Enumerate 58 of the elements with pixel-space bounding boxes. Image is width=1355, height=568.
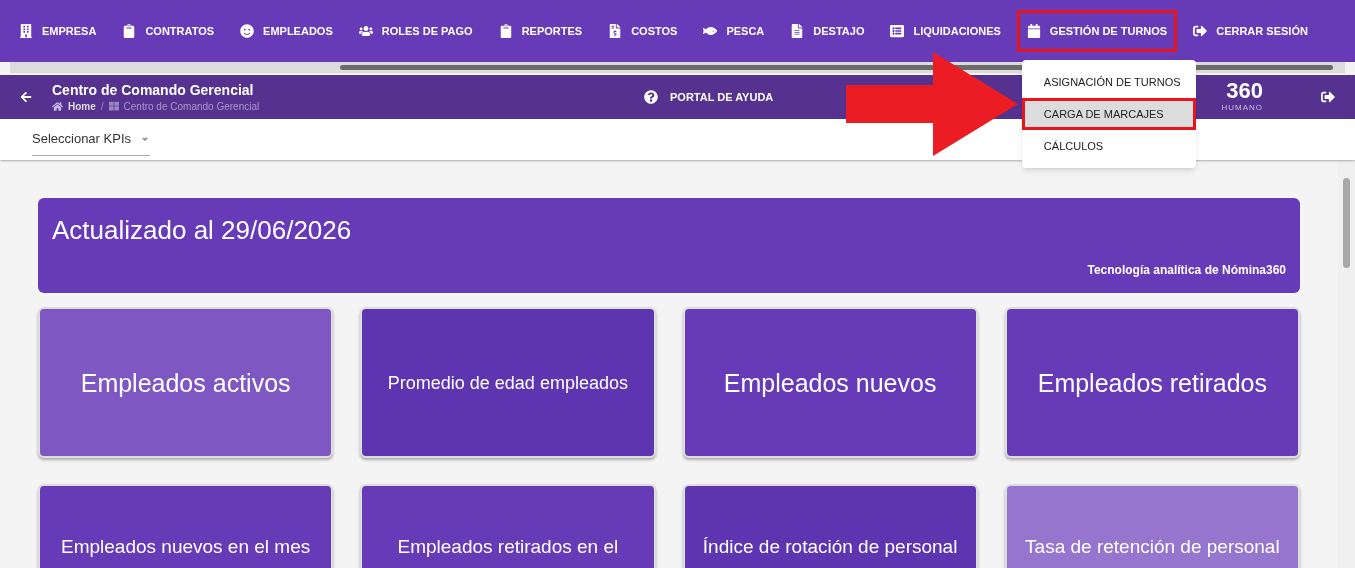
help-portal-link[interactable]: PORTAL DE AYUDA (644, 88, 774, 106)
banner-title: Actualizado al 29/06/2026 (52, 214, 353, 246)
nav-item[interactable]: GESTIÓN DE TURNOS (1019, 13, 1175, 49)
logo-number: 360 (1226, 80, 1263, 102)
clipboard-icon (498, 24, 513, 38)
clipboard-icon (122, 24, 137, 38)
banner-caption: Tecnología analítica de Nómina360 (1087, 262, 1286, 279)
horizontal-scrollbar[interactable] (10, 62, 1345, 73)
home-icon (52, 100, 63, 112)
help-icon (644, 90, 658, 104)
logo-caption: HUMANO (1221, 102, 1263, 114)
face-icon (240, 24, 255, 38)
card-title: Índice de rotación de personal (702, 535, 958, 559)
card-title: Empleados retirados (1037, 369, 1267, 396)
nav-item[interactable]: ROLES DE PAGO (351, 13, 480, 49)
nav-item[interactable]: EMPLEADOS (233, 13, 340, 49)
kpi-card[interactable]: Empleados activos (38, 307, 334, 458)
breadcrumb-separator: / (100, 99, 104, 114)
card-title: Empleados nuevos en el mes (61, 535, 311, 559)
kpi-card[interactable]: Empleados retirados en el (360, 484, 656, 568)
document-icon (608, 24, 623, 38)
vertical-scrollbar[interactable] (1338, 160, 1355, 568)
document-icon (790, 24, 805, 38)
back-button[interactable] (20, 91, 32, 103)
nav-item[interactable]: REPORTES (491, 13, 590, 49)
menu-item[interactable]: ASIGNACIÓN DE TURNOS (1021, 66, 1196, 98)
nav-item[interactable]: CERRAR SESIÓN (1186, 13, 1315, 49)
logout-button[interactable] (1321, 90, 1335, 104)
kpi-card[interactable]: Empleados retirados (1004, 307, 1300, 458)
card-title: Empleados retirados en el (397, 535, 619, 559)
kpi-card[interactable]: Tasa de retención de personal (1004, 484, 1300, 568)
kpi-select[interactable]: Seleccionar KPIs (32, 123, 150, 156)
card-title: Empleados nuevos (723, 369, 937, 396)
nav-item[interactable]: CONTRATOS (115, 13, 222, 49)
card-title: Tasa de retención de personal (1025, 535, 1280, 559)
breadcrumb-link[interactable]: Home (68, 98, 96, 114)
logout-icon (1193, 24, 1208, 38)
nav-item[interactable]: LIQUIDACIONES (883, 13, 1008, 49)
breadcrumb-current: Centro de Comando Gerencial (123, 99, 260, 114)
kpi-card[interactable]: Promedio de edad empleados (360, 307, 656, 458)
nav-item[interactable]: COSTOS (601, 13, 685, 49)
menu-item[interactable]: CÁLCULOS (1021, 130, 1196, 162)
nav-item[interactable]: DESTAJO (783, 13, 872, 49)
fish-icon (703, 24, 718, 38)
card-title: Empleados activos (80, 369, 291, 396)
page-title: Centro de Comando Gerencial (52, 80, 255, 99)
users-icon (358, 24, 373, 38)
nav-item[interactable]: EMPRESA (12, 13, 104, 49)
kpi-card[interactable]: Empleados nuevos en el mes (38, 484, 334, 568)
nav-item[interactable]: PESCA (696, 13, 772, 49)
list-icon (890, 24, 905, 38)
calendar-icon (1026, 24, 1041, 38)
building-icon (19, 24, 33, 38)
dashboard-icon (108, 101, 119, 111)
menu-item[interactable]: CARGA DE MARCAJES (1021, 98, 1196, 130)
kpi-card[interactable]: Índice de rotación de personal (682, 484, 978, 568)
card-title: Promedio de edad empleados (387, 371, 628, 395)
kpi-card[interactable]: Empleados nuevos (682, 307, 978, 458)
